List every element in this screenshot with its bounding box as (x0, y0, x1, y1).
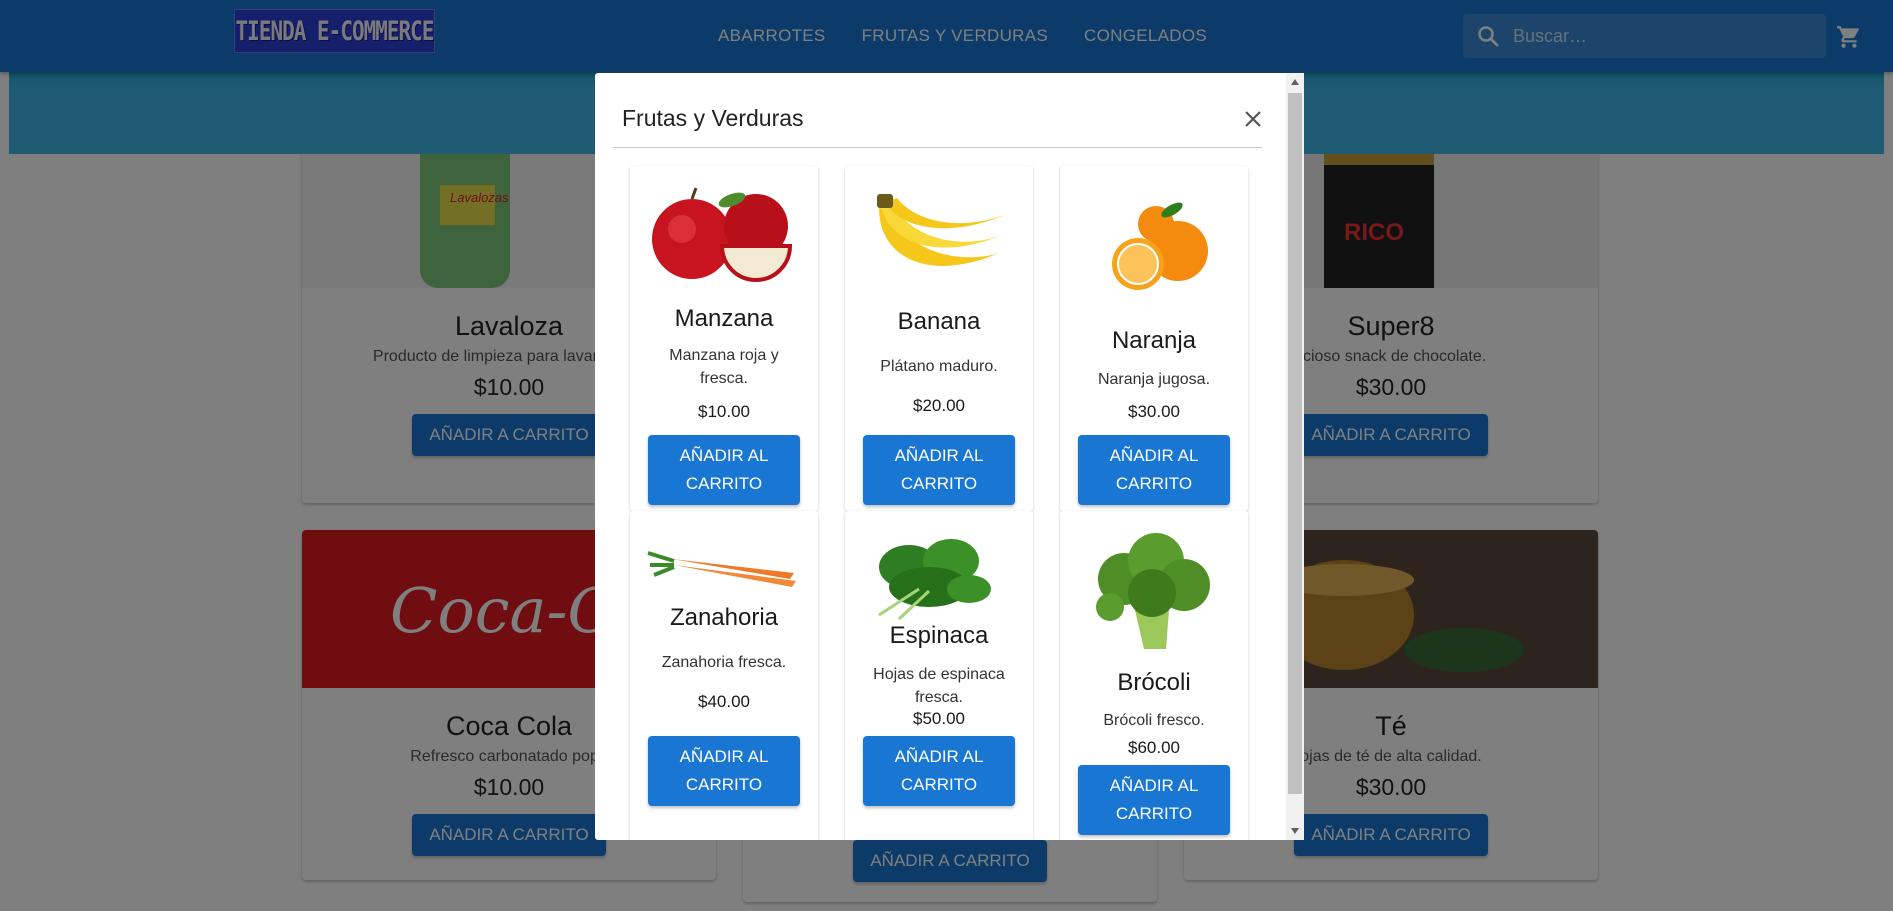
product-description: Zanahoria fresca. (661, 654, 787, 671)
product-description: Naranja jugosa. (1097, 371, 1211, 388)
add-to-cart-button[interactable]: AÑADIR AL CARRITO (648, 736, 800, 806)
category-modal: Frutas y Verduras Manzana Manzana roja y… (595, 73, 1304, 840)
product-price: $50.00 (913, 709, 965, 728)
product-price: $40.00 (698, 692, 750, 711)
product-name: Espinaca (889, 622, 989, 649)
product-description: Plátano maduro. (880, 358, 998, 375)
add-to-cart-button[interactable]: AÑADIR AL CARRITO (1078, 435, 1230, 505)
add-to-cart-button[interactable]: AÑADIR AL CARRITO (1078, 765, 1230, 835)
product-name: Zanahoria (669, 604, 779, 631)
product-description: Brócoli fresco. (1103, 712, 1205, 729)
product-price: $10.00 (698, 402, 750, 421)
product-description: Hojas de espinaca fresca. (873, 666, 1005, 706)
add-to-cart-button[interactable]: AÑADIR AL CARRITO (648, 435, 800, 505)
product-name: Naranja (1111, 327, 1197, 354)
product-card-manzana: Manzana Manzana roja y fresca. $10.00 AÑ… (630, 166, 818, 511)
product-description: Manzana roja y fresca. (669, 347, 779, 387)
product-grid: Manzana Manzana roja y fresca. $10.00 AÑ… (630, 166, 1276, 840)
product-name: Manzana (674, 305, 774, 332)
modal-scrollbar[interactable] (1286, 73, 1304, 840)
broccoli-image (1096, 533, 1210, 649)
modal-header: Frutas y Verduras (613, 73, 1262, 148)
modal-title: Frutas y Verduras (622, 105, 804, 131)
scroll-down-arrow[interactable] (1286, 822, 1304, 840)
close-icon (1245, 111, 1261, 127)
product-card-zanahoria: Zanahoria Zanahoria fresca. $40.00 AÑADI… (630, 511, 818, 840)
product-card-brocoli: Brócoli Brócoli fresco. $60.00 AÑADIR AL… (1060, 511, 1248, 840)
product-card-espinaca: Espinaca Hojas de espinaca fresca. $50.0… (845, 511, 1033, 840)
add-to-cart-button[interactable]: AÑADIR AL CARRITO (863, 435, 1015, 505)
close-button[interactable] (1241, 107, 1265, 131)
product-name: Brócoli (1117, 669, 1191, 696)
scrollbar-thumb[interactable] (1288, 93, 1302, 794)
product-price: $60.00 (1128, 738, 1180, 757)
product-price: $30.00 (1128, 402, 1180, 421)
banana-image (877, 194, 1009, 266)
scroll-up-arrow[interactable] (1286, 73, 1304, 91)
product-card-naranja: Naranja Naranja jugosa. $30.00 AÑADIR AL… (1060, 166, 1248, 511)
product-price: $20.00 (913, 396, 965, 415)
product-name: Banana (897, 308, 981, 335)
product-card-banana: Banana Plátano maduro. $20.00 AÑADIR AL … (845, 166, 1033, 511)
orange-image (1112, 202, 1208, 290)
spinach-image (878, 539, 991, 621)
modal-body: Manzana Manzana roja y fresca. $10.00 AÑ… (630, 166, 1276, 840)
carrot-image (647, 551, 796, 587)
arrow-up-icon (1291, 79, 1299, 85)
apple-image (652, 187, 793, 282)
add-to-cart-button[interactable]: AÑADIR AL CARRITO (863, 736, 1015, 806)
arrow-down-icon (1291, 828, 1299, 834)
